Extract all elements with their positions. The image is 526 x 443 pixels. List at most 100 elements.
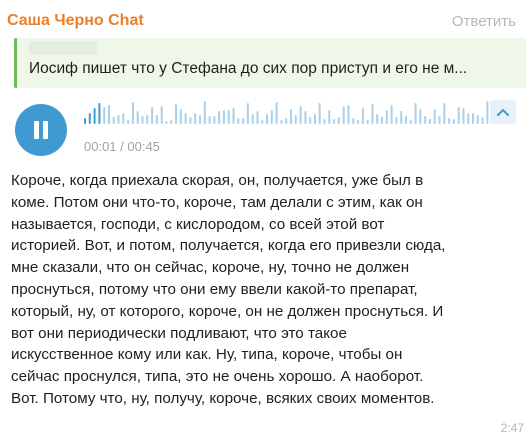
waveform-bar [443,103,446,124]
transcript-line: искусственное кому или как. Ну, типа, ко… [11,346,403,364]
waveform-bar [304,111,307,124]
expand-transcript-button[interactable] [490,100,516,124]
waveform-bar [127,120,130,124]
waveform-bar [381,117,383,124]
quote-author-redacted [29,41,97,55]
waveform-bar [400,111,403,124]
waveform-bar [467,113,470,124]
waveform-bar [318,103,321,124]
waveform-bar [395,117,398,124]
transcript-line: сейчас проснулся, типа, это не очень хор… [11,368,424,386]
transcript-line: Короче, когда приехала скорая, он, получ… [11,172,424,189]
play-pause-button[interactable] [15,104,67,156]
waveform-bar [433,109,436,124]
waveform-bar [472,113,474,124]
waveform-bar [290,109,292,124]
waveform-bar [141,116,144,124]
waveform-bar [122,113,125,124]
waveform-bar [203,101,206,124]
waveform-bar [208,116,211,124]
waveform-bar [428,119,431,124]
waveform-bar [371,104,374,124]
transcript-text: Короче, когда приехала скорая, он, получ… [11,170,518,410]
sender-name[interactable]: Саша Черно Chat [7,12,144,30]
waveform-bar [175,104,177,124]
transcript-line: который, ну, от которого, короче, он не … [11,302,444,320]
waveform-bar [84,118,86,124]
waveform-bar [246,103,249,124]
waveform-bar [419,109,422,124]
waveform-bar [88,113,91,124]
transcript-line: историей. Вот, и потом, получается, когд… [11,237,446,255]
waveform-bar [299,106,302,124]
waveform-bar [376,114,379,124]
waveform-bar [199,115,201,124]
chat-message: Саша Черно Chat Ответить Иосиф пишет что… [0,0,526,443]
waveform-bar [323,119,326,124]
waveform-bar [146,115,149,124]
waveform-bar [261,120,264,124]
waveform-bar [385,110,388,124]
waveform-bar [194,113,197,124]
chevron-up-icon [497,109,509,116]
waveform-bar [112,117,115,124]
waveform-bar [266,114,268,124]
waveform-bar [352,118,355,124]
pause-icon-bar-left [34,121,39,139]
waveform-bar [424,116,427,124]
waveform-bar [160,106,163,124]
transcript-line: называется, господи, с кислородом, со вс… [11,215,385,233]
waveform-bar [390,105,393,124]
waveform-bar [438,116,441,124]
waveform-bar [347,105,350,124]
waveform-bar [452,119,455,124]
waveform-bar [218,111,221,124]
waveform-bar [151,107,154,124]
waveform-bar [462,108,465,124]
waveform-bar [270,110,273,124]
audio-waveform[interactable] [84,98,496,124]
waveform-bar [481,117,484,124]
waveform-bar [342,106,345,124]
transcript-line: Вот. Потому что, ну, получу, короче, вся… [11,389,435,407]
reply-button[interactable]: Ответить [452,13,516,30]
waveform-bar [170,120,173,124]
waveform-bar [189,117,192,124]
transcript-line: коме. Потом они что-то, короче, там дела… [11,193,423,211]
pause-icon-bar-right [43,121,48,139]
waveform-bar [366,120,369,124]
waveform-bar [237,118,240,124]
transcript-line: вот они периодически подливают, что это … [11,324,347,342]
waveform-bar [184,113,187,124]
transcript-line: мне сказали, что он сейчас, короче, ну, … [11,259,410,277]
waveform-bar [275,102,278,124]
waveform-bar [337,117,340,124]
waveform-bar [294,115,297,124]
waveform-bar [361,108,364,124]
waveform-bar [309,117,312,124]
waveform-bar [103,107,106,124]
reply-quote[interactable]: Иосиф пишет что у Стефана до сих пор при… [14,38,526,88]
waveform-bar [213,116,216,124]
waveform-bar [357,120,360,124]
waveform-bar [108,105,110,124]
waveform-bar [232,108,235,124]
waveform-bar [251,114,254,124]
quote-text: Иосиф пишет что у Стефана до сих пор при… [29,60,468,77]
waveform-bar [314,114,316,124]
transcript-line: проснуться, потому что они ему ввели как… [11,280,418,298]
waveform-bar [409,120,412,124]
waveform-bar [476,115,479,124]
waveform-bar [117,115,120,124]
waveform-bar [414,103,417,124]
waveform-bar [486,101,489,124]
waveform-bar [98,103,101,124]
waveform-bar [328,110,331,124]
waveform-bar [280,120,283,124]
waveform-bar [136,111,139,124]
waveform-bar [155,115,158,124]
waveform-bar [227,110,230,124]
waveform-bar [222,110,225,124]
message-timestamp: 2:47 [500,421,524,435]
audio-time: 00:01 / 00:45 [84,139,160,154]
